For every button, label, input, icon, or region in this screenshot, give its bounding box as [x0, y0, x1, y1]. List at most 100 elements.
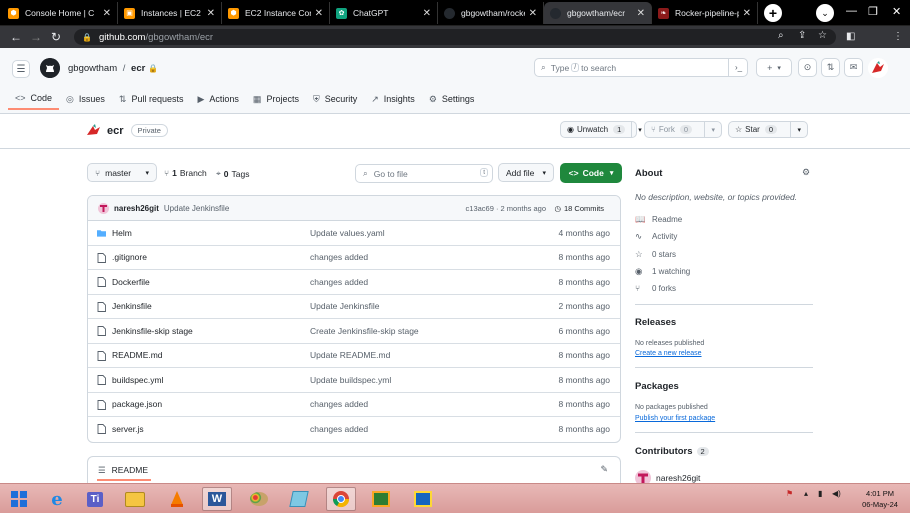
notes-icon[interactable] [284, 487, 314, 511]
gear-icon[interactable]: ⚙ [802, 167, 810, 178]
file-commit-message[interactable]: Create Jenkinsfile-skip stage [310, 326, 419, 336]
pull-requests-button[interactable]: ⇅ [821, 58, 840, 77]
file-commit-message[interactable]: changes added [310, 424, 368, 434]
unwatch-button[interactable]: ◉ Unwatch 1 ▾ [560, 121, 642, 138]
issues-button[interactable]: ⊙ [798, 58, 817, 77]
file-name[interactable]: .gitignore [112, 252, 147, 262]
chevron-down-icon[interactable]: ▾ [790, 122, 807, 137]
add-file-button[interactable]: Add file ▾ [498, 163, 554, 182]
bookmark-star-icon[interactable]: ☆ [818, 30, 827, 41]
close-icon[interactable]: ✕ [103, 8, 111, 19]
table-row[interactable]: Jenkinsfile-skip stage Create Jenkinsfile… [88, 319, 620, 344]
table-row[interactable]: Helm Update values.yaml 4 months ago [88, 221, 620, 246]
browser-tab-5[interactable]: gbgowtham/ecr ✕ [544, 2, 652, 24]
tab-code[interactable]: <> Code [8, 88, 60, 110]
forks-link[interactable]: ⑂ 0 forks [635, 283, 676, 293]
browser-tab-4[interactable]: gbgowtham/rocke ✕ [438, 2, 544, 24]
file-name[interactable]: Helm [112, 228, 132, 238]
table-row[interactable]: .gitignore changes added 8 months ago [88, 246, 620, 270]
activity-link[interactable]: ∿ Activity [635, 231, 677, 242]
user-avatar[interactable] [868, 58, 888, 78]
search-icon[interactable]: ⌕ [778, 30, 784, 41]
hamburger-menu-icon[interactable]: ☰ [12, 60, 30, 78]
browser-menu-icon[interactable]: ⋮ [893, 31, 903, 42]
file-name[interactable]: server.js [112, 424, 144, 434]
file-commit-message[interactable]: Update Jenkinsfile [310, 301, 379, 311]
browser-tab-6[interactable]: ❧ Rocker-pipeline-p ✕ [652, 2, 758, 24]
branches-link[interactable]: ⑂ 1 Branch [164, 168, 207, 178]
releases-title[interactable]: Releases [635, 317, 676, 328]
file-commit-message[interactable]: Update README.md [310, 350, 390, 360]
share-icon[interactable]: ⇪ [798, 30, 806, 41]
go-to-file-input[interactable]: ⌕ Go to file t [355, 164, 493, 183]
file-name[interactable]: Jenkinsfile [112, 301, 152, 311]
tab-projects[interactable]: ▦ Projects [246, 88, 306, 110]
readme-tab[interactable]: ☰ README [98, 464, 148, 476]
inbox-button[interactable]: ✉ [844, 58, 863, 77]
pencil-icon[interactable]: ✎ [600, 464, 608, 475]
repo-name[interactable]: ecr [107, 125, 124, 137]
watching-link[interactable]: ◉ 1 watching [635, 266, 690, 277]
table-row[interactable]: server.js changes added 8 months ago [88, 417, 620, 442]
close-icon[interactable]: ✕ [529, 8, 537, 19]
table-row[interactable]: Dockerfile changes added 8 months ago [88, 270, 620, 295]
file-commit-message[interactable]: Update buildspec.yml [310, 375, 391, 385]
command-tool-icon[interactable] [366, 487, 396, 511]
speaker-icon[interactable]: ◀) [832, 489, 841, 498]
create-new-button[interactable]: + ▾ [756, 58, 792, 77]
maximize-icon[interactable]: ❐ [868, 5, 878, 18]
breadcrumb-owner[interactable]: gbgowtham [68, 63, 117, 74]
tab-issues[interactable]: ◎ Issues [59, 88, 112, 110]
search-input[interactable]: ⌕ Type / to search ›_ [534, 58, 748, 77]
security-flag-icon[interactable]: ⚑ [786, 489, 793, 498]
fork-button[interactable]: ⑂ Fork 0 ▾ [644, 121, 722, 138]
packages-title[interactable]: Packages [635, 381, 679, 392]
tags-link[interactable]: ⌖ 0 Tags [216, 168, 250, 179]
browser-tab-0[interactable]: ⬢ Console Home | C ✕ [2, 2, 118, 24]
table-row[interactable]: package.json changes added 8 months ago [88, 393, 620, 417]
commit-meta[interactable]: c13ac69 · 2 months ago [466, 204, 546, 213]
branch-select[interactable]: ⑂ master ▾ [87, 163, 157, 182]
browser-tab-3[interactable]: ✿ ChatGPT ✕ [330, 2, 438, 24]
close-icon[interactable]: ✕ [315, 8, 323, 19]
table-row[interactable]: README.md Update README.md 8 months ago [88, 344, 620, 368]
teams-icon[interactable]: Ti [80, 487, 110, 511]
publish-package-link[interactable]: Publish your first package [635, 415, 715, 422]
word-icon[interactable]: W [202, 487, 232, 511]
readme-link[interactable]: 📖 Readme [635, 214, 682, 225]
table-row[interactable]: buildspec.yml Update buildspec.yml 8 month… [88, 368, 620, 393]
file-commit-message[interactable]: changes added [310, 252, 368, 262]
back-arrow-icon[interactable]: ← [6, 30, 26, 44]
file-commit-message[interactable]: changes added [310, 399, 368, 409]
close-window-icon[interactable]: ✕ [892, 5, 901, 18]
internet-explorer-icon[interactable]: e [42, 487, 72, 511]
chrome-icon[interactable] [326, 487, 356, 511]
forward-arrow-icon[interactable]: → [26, 30, 46, 44]
side-panel-icon[interactable]: ◧ [846, 31, 855, 42]
commit-author[interactable]: naresh26git [114, 204, 159, 213]
windows-start-icon[interactable] [4, 487, 34, 511]
vlc-icon[interactable] [162, 487, 192, 511]
minimize-icon[interactable]: — [846, 5, 857, 17]
tab-actions[interactable]: ▶ Actions [190, 88, 245, 110]
close-icon[interactable]: ✕ [637, 8, 645, 19]
browser-tab-2[interactable]: ⬢EC2 Instance Conn✕ [222, 2, 330, 24]
contributors-title[interactable]: Contributors 2 [635, 446, 709, 457]
file-commit-message[interactable]: Update values.yaml [310, 228, 385, 238]
new-tab-button[interactable]: + [764, 4, 782, 22]
code-button[interactable]: <> Code ▾ [560, 163, 622, 183]
create-release-link[interactable]: Create a new release [635, 350, 702, 357]
file-name[interactable]: Jenkinsfile-skip stage [112, 326, 193, 336]
file-name[interactable]: Dockerfile [112, 277, 150, 287]
table-row[interactable]: Jenkinsfile Update Jenkinsfile 2 months ag… [88, 295, 620, 319]
tab-search-button[interactable]: ⌄ [816, 4, 834, 22]
file-name[interactable]: buildspec.yml [112, 375, 164, 385]
close-icon[interactable]: ✕ [743, 8, 751, 19]
file-explorer-icon[interactable] [120, 487, 150, 511]
command-palette-icon[interactable]: ›_ [728, 58, 748, 77]
tab-security[interactable]: ⛨ Security [306, 88, 364, 110]
show-hidden-icons[interactable]: ▴ [804, 489, 808, 498]
tab-insights[interactable]: ↗ Insights [364, 88, 422, 110]
system-clock[interactable]: 4:01 PM 06-May-24 [858, 488, 902, 510]
file-commit-message[interactable]: changes added [310, 277, 368, 287]
